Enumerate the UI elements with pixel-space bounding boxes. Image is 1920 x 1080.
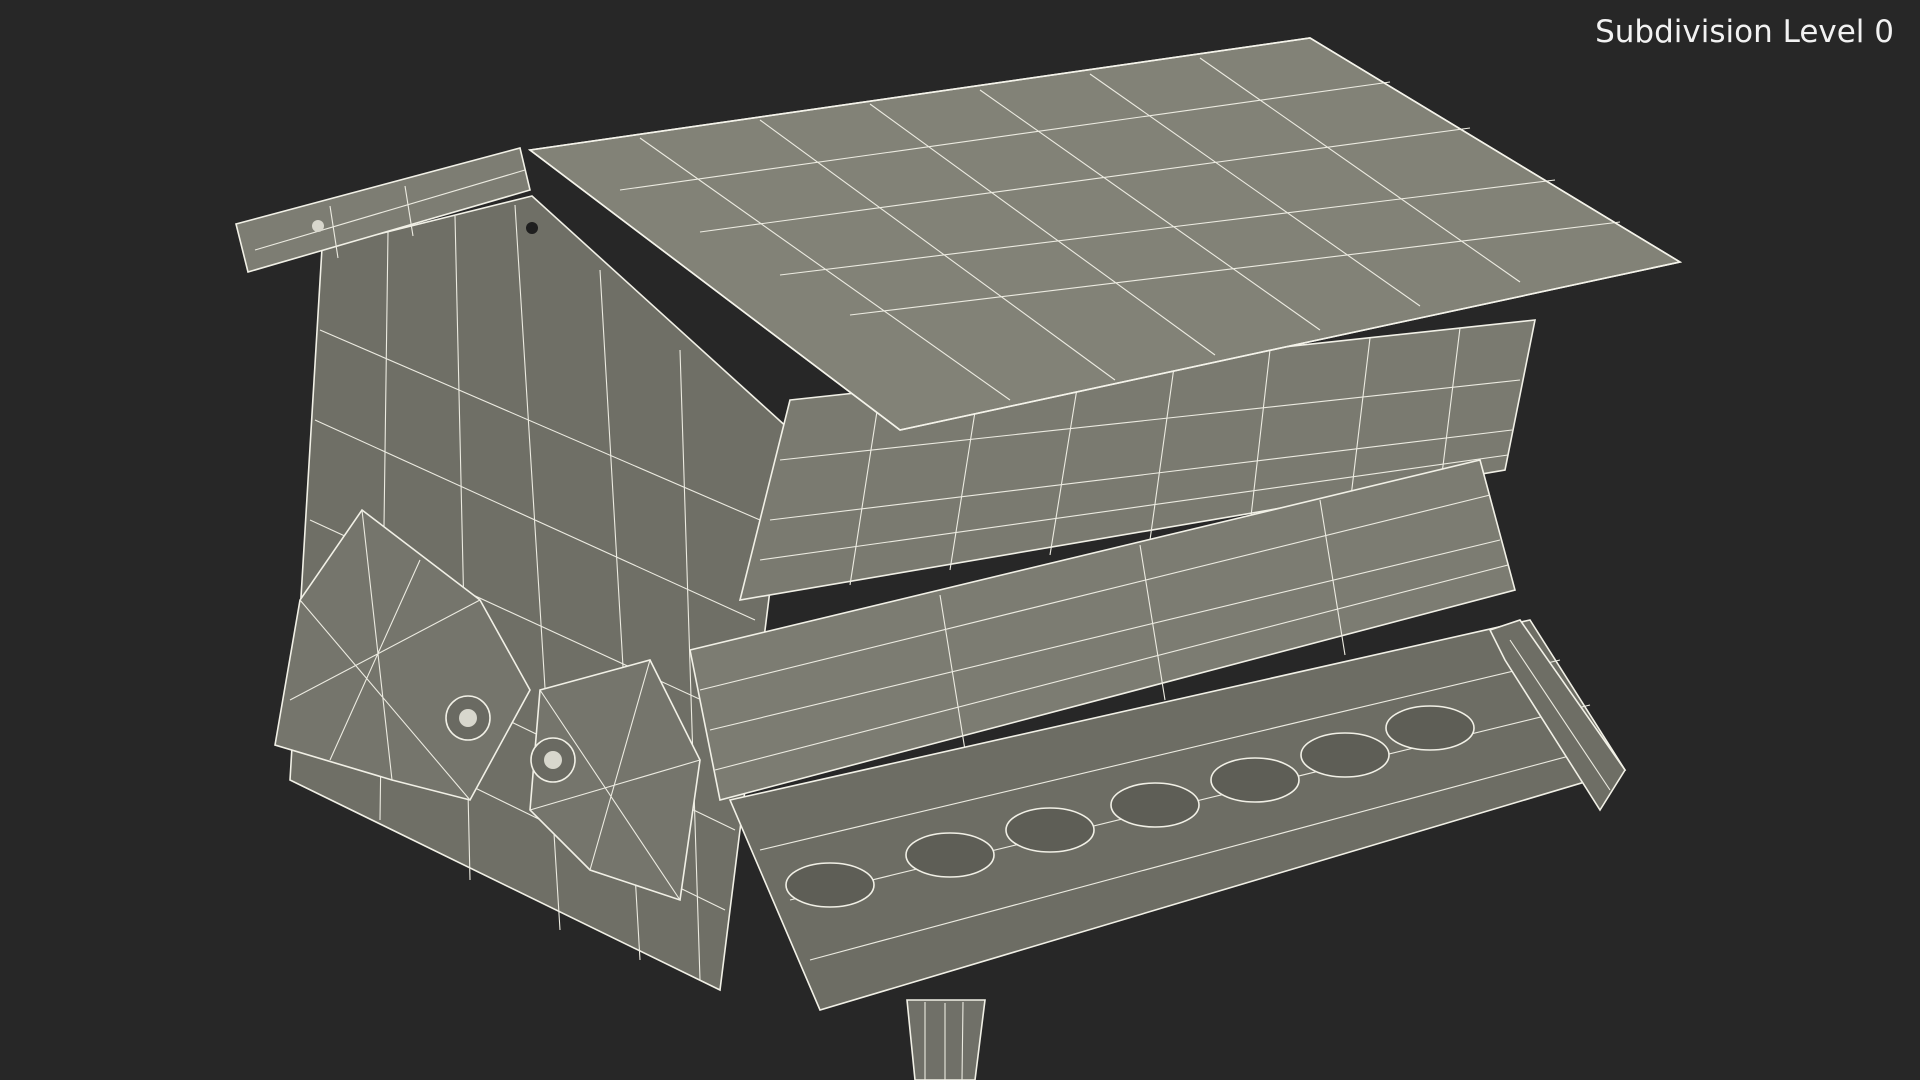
3d-viewport[interactable]: Subdivision Level 0 bbox=[0, 0, 1920, 1080]
bird-feeder-wireframe-model[interactable] bbox=[0, 0, 1920, 1080]
subdivision-level-label: Subdivision Level 0 bbox=[1595, 14, 1894, 50]
feeder-pole bbox=[906, 999, 986, 1080]
